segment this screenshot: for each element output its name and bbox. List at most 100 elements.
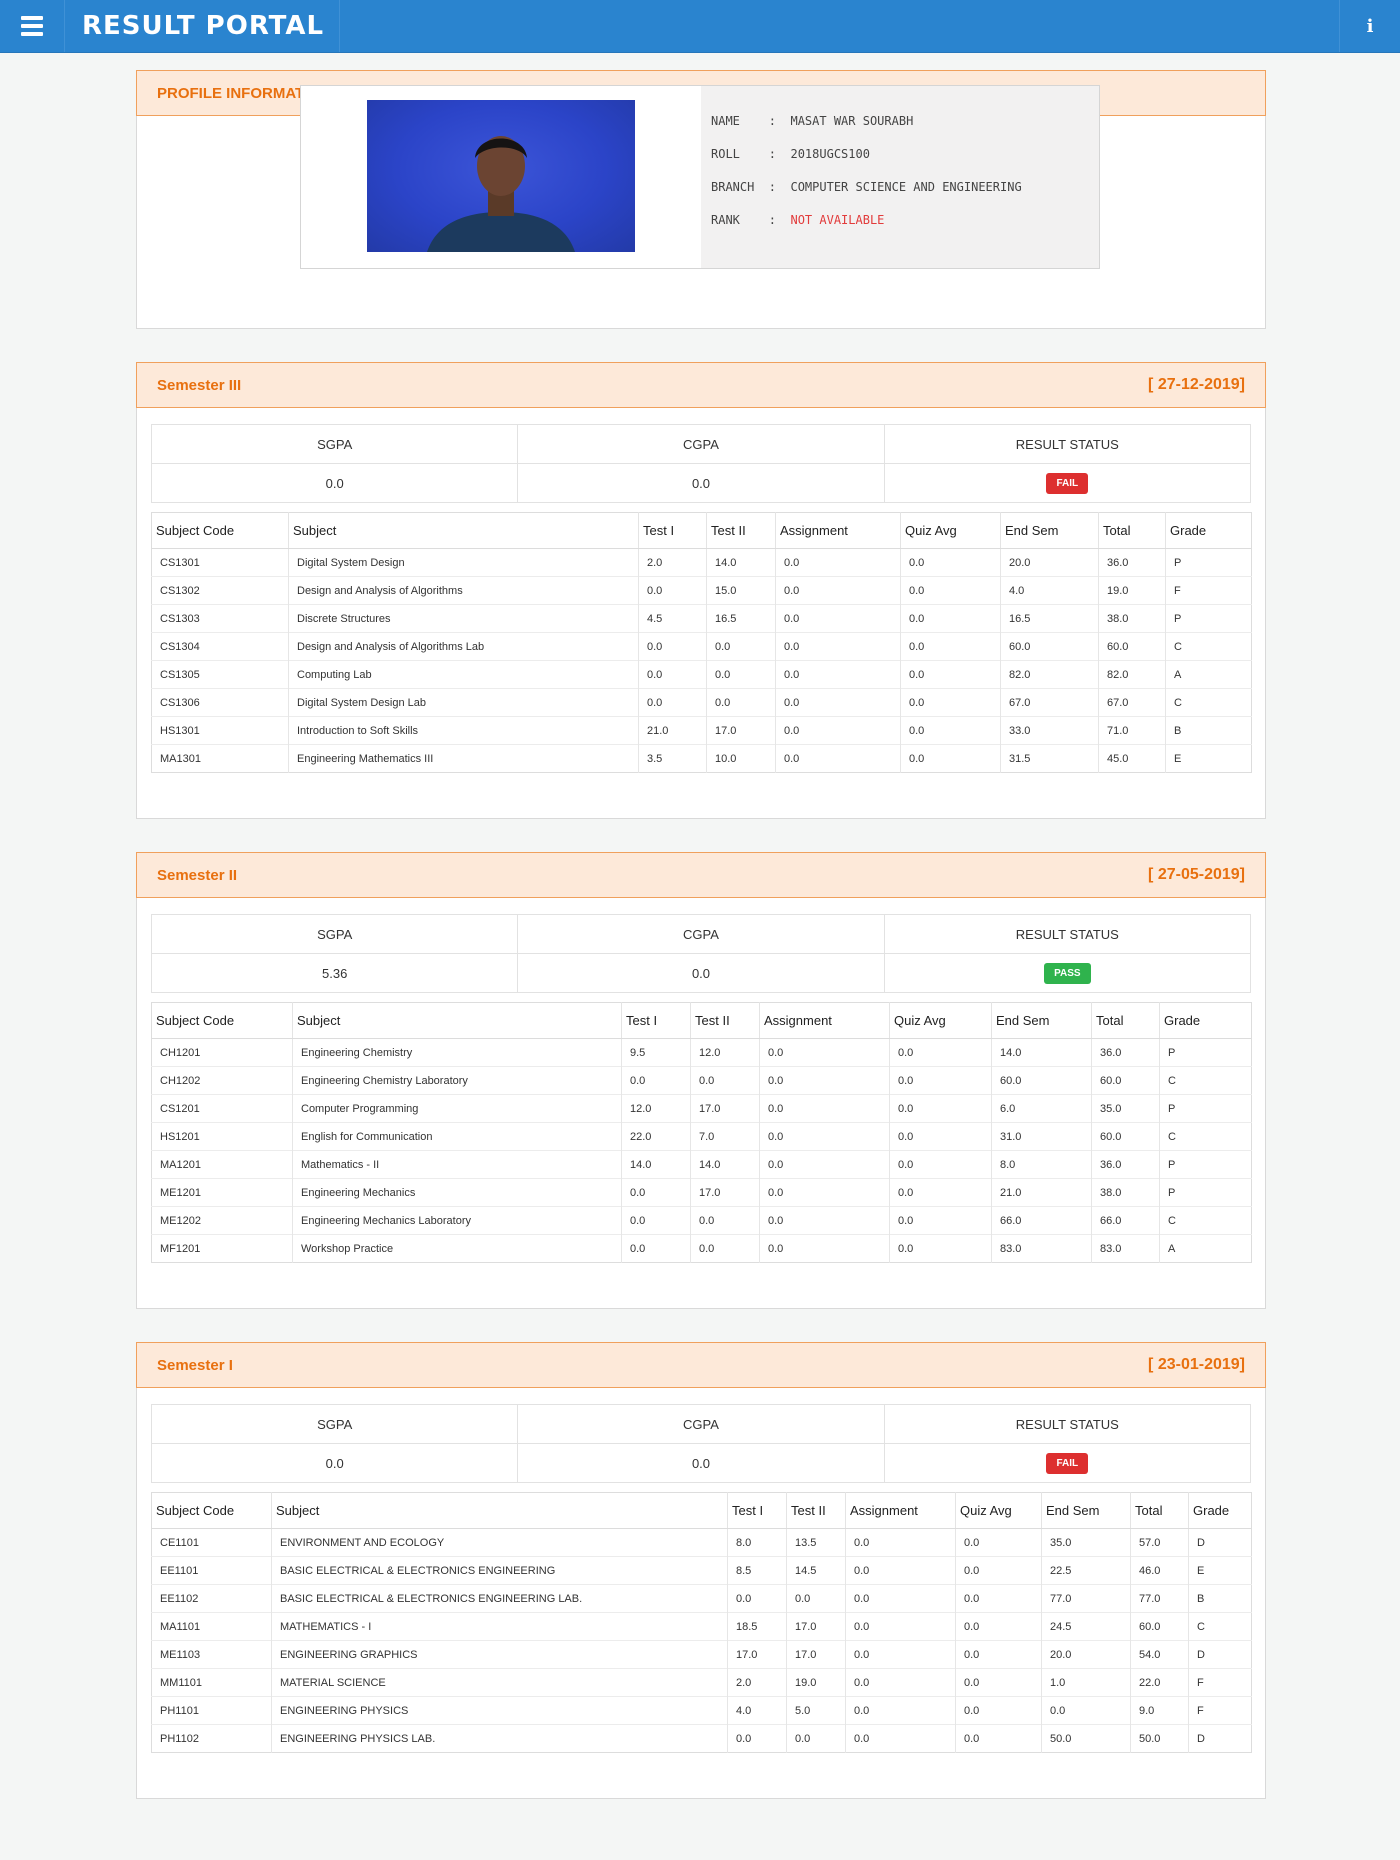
table-cell: 17.0 [706, 716, 776, 745]
table-row: HS1201 English for Communication 22.0 7.0 0.… [151, 1122, 1252, 1151]
top-navbar: RESULT PORTAL i [0, 0, 1400, 53]
table-row: ME1201 Engineering Mechanics 0.0 17.0 0.0 0.0… [151, 1178, 1252, 1207]
semester-date: [ 27-05-2019] [1148, 866, 1245, 883]
table-cell: CH1202 [151, 1066, 293, 1095]
table-cell: 0.0 [889, 1178, 992, 1207]
table-cell: 0.0 [900, 660, 1001, 689]
table-cell: 0.0 [955, 1556, 1042, 1585]
column-header: Grade [1159, 1002, 1252, 1039]
cgpa-value: 0.0 [517, 1443, 885, 1483]
table-row: ME1202 Engineering Mechanics Laboratory 0.… [151, 1206, 1252, 1235]
table-cell: E [1165, 744, 1252, 773]
table-row: EE1101 BASIC ELECTRICAL & ELECTRONICS ENG… [151, 1556, 1252, 1585]
portal-title[interactable]: RESULT PORTAL [70, 0, 340, 52]
table-row: MA1101 MATHEMATICS - I 18.5 17.0 0.0 0.0 24.5 6… [151, 1612, 1252, 1641]
table-cell: EE1102 [151, 1584, 272, 1613]
sgpa-label: SGPA [150, 424, 519, 464]
table-cell: 0.0 [759, 1122, 890, 1151]
table-cell: 54.0 [1130, 1640, 1189, 1669]
table-cell: 4.5 [638, 604, 707, 633]
table-cell: 7.0 [690, 1122, 760, 1151]
table-cell: MA1301 [151, 744, 289, 773]
column-header: Assignment [775, 512, 901, 549]
table-cell: D [1188, 1724, 1252, 1753]
table-cell: 33.0 [1000, 716, 1099, 745]
semester-date: [ 27-12-2019] [1148, 376, 1245, 393]
table-cell: 5.0 [786, 1696, 846, 1725]
table-cell: English for Communication [292, 1122, 622, 1151]
subjects-table: Subject Code Subject Test I Test II Assignme… [151, 512, 1252, 773]
table-cell: ENGINEERING PHYSICS LAB. [271, 1724, 728, 1753]
table-cell: 50.0 [1041, 1724, 1131, 1753]
table-cell: 0.0 [775, 660, 901, 689]
table-cell: 2.0 [727, 1668, 787, 1697]
profile-card: NAME : MASAT WAR SOURABH ROLL : 2018UGCS… [300, 85, 1100, 269]
table-cell: 31.5 [1000, 744, 1099, 773]
roll-value: 2018UGCS100 [790, 147, 870, 161]
table-cell: Design and Analysis of Algorithms [288, 576, 639, 605]
result-status-cell: PASS [883, 953, 1252, 993]
table-cell: 21.0 [638, 716, 707, 745]
table-cell: C [1188, 1612, 1252, 1641]
column-header: Total [1091, 1002, 1160, 1039]
table-cell: D [1188, 1528, 1252, 1557]
subjects-table: Subject Code Subject Test I Test II Assignme… [151, 1492, 1252, 1753]
column-header: Assignment [845, 1492, 956, 1529]
column-header: End Sem [991, 1002, 1092, 1039]
table-cell: 8.5 [727, 1556, 787, 1585]
table-cell: 1.0 [1041, 1668, 1131, 1697]
table-cell: 0.0 [900, 716, 1001, 745]
table-cell: 0.0 [1041, 1696, 1131, 1725]
table-cell: MM1101 [151, 1668, 272, 1697]
info-icon[interactable]: i [1339, 0, 1400, 52]
table-cell: 3.5 [638, 744, 707, 773]
table-cell: EE1101 [151, 1556, 272, 1585]
table-cell: 0.0 [727, 1584, 787, 1613]
semester-panel: Semester I [ 23-01-2019] SGPA CGPA RESULT ST… [136, 1342, 1266, 1799]
table-cell: 0.0 [775, 632, 901, 661]
semester-panel: Semester II [ 27-05-2019] SGPA CGPA RESULT S… [136, 852, 1266, 1309]
table-cell: 14.0 [621, 1150, 691, 1179]
subjects-table: Subject Code Subject Test I Test II Assignme… [151, 1002, 1252, 1263]
table-cell: 67.0 [1098, 688, 1166, 717]
table-cell: 0.0 [759, 1094, 890, 1123]
branch-label: BRANCH [711, 180, 755, 194]
table-cell: 0.0 [845, 1696, 956, 1725]
hamburger-icon[interactable] [0, 0, 65, 52]
table-cell: 0.0 [955, 1528, 1042, 1557]
table-cell: 19.0 [1098, 576, 1166, 605]
cgpa-value: 0.0 [517, 953, 885, 993]
gpa-summary-table: SGPA CGPA RESULT STATUS 0.0 0.0 FAIL [150, 424, 1252, 503]
table-cell: 0.0 [621, 1234, 691, 1263]
table-cell: HS1301 [151, 716, 289, 745]
column-header: Subject Code [151, 1002, 293, 1039]
table-cell: 16.5 [1000, 604, 1099, 633]
table-cell: 0.0 [955, 1668, 1042, 1697]
table-cell: 77.0 [1041, 1584, 1131, 1613]
column-header: End Sem [1041, 1492, 1131, 1529]
profile-row-roll: ROLL : 2018UGCS100 [711, 147, 870, 161]
table-cell: 10.0 [706, 744, 776, 773]
result-status-badge: FAIL [1046, 1452, 1089, 1474]
table-cell: 0.0 [955, 1724, 1042, 1753]
table-cell: C [1165, 688, 1252, 717]
table-cell: Design and Analysis of Algorithms Lab [288, 632, 639, 661]
table-cell: A [1159, 1234, 1252, 1263]
cgpa-label: CGPA [517, 914, 885, 954]
result-status-label: RESULT STATUS [883, 1404, 1252, 1444]
semester-panel: Semester III [ 27-12-2019] SGPA CGPA RESULT … [136, 362, 1266, 819]
semester-heading: Semester I [ 23-01-2019] [136, 1342, 1266, 1388]
table-cell: 0.0 [786, 1584, 846, 1613]
table-cell: F [1165, 576, 1252, 605]
table-cell: 0.0 [900, 688, 1001, 717]
table-cell: 60.0 [1091, 1122, 1160, 1151]
sgpa-value: 5.36 [150, 953, 519, 993]
table-cell: 0.0 [706, 632, 776, 661]
table-cell: CS1304 [151, 632, 289, 661]
result-status-cell: FAIL [883, 463, 1252, 503]
table-cell: 0.0 [775, 576, 901, 605]
table-cell: 12.0 [690, 1038, 760, 1067]
table-cell: 71.0 [1098, 716, 1166, 745]
column-header: Total [1098, 512, 1166, 549]
table-cell: C [1165, 632, 1252, 661]
